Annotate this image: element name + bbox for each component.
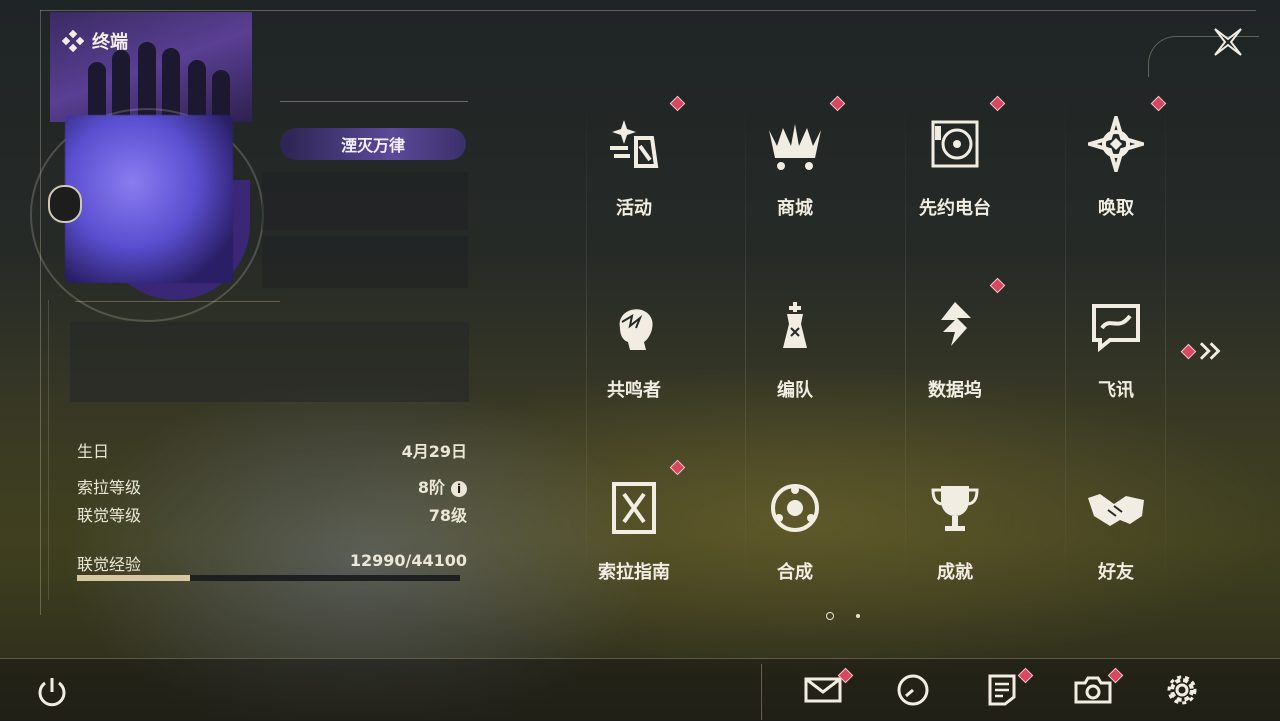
close-button[interactable]	[1208, 22, 1248, 62]
double-chevron-right-icon	[1199, 342, 1221, 360]
menu-label: 索拉指南	[598, 562, 670, 583]
settings-gear-icon	[1167, 675, 1197, 705]
page-title: 终端	[92, 32, 128, 53]
power-button[interactable]	[30, 670, 74, 714]
toolbar-divider	[761, 664, 762, 720]
menu-item-synthesis[interactable]: 合成	[715, 464, 875, 614]
player-id-redacted	[262, 236, 468, 288]
history-button[interactable]	[891, 668, 935, 712]
info-label: 索拉等级	[77, 478, 142, 497]
menu-item-messages[interactable]: 飞讯	[1036, 282, 1196, 432]
grid-divider	[905, 95, 906, 595]
diamond-grid-icon	[62, 30, 84, 52]
mail-icon	[804, 677, 842, 703]
menu-label: 飞讯	[1098, 380, 1134, 401]
menu-item-radio[interactable]: 先约电台	[875, 100, 1035, 250]
info-icon[interactable]: i	[451, 480, 467, 497]
menu-item-achievements[interactable]: 成就	[875, 464, 1035, 614]
next-page-button[interactable]	[1180, 338, 1224, 364]
info-value: 4月29日	[401, 442, 467, 461]
player-name-redacted	[262, 172, 468, 230]
menu-item-friends[interactable]: 好友	[1036, 464, 1196, 614]
camera-icon	[1074, 676, 1112, 704]
grid-divider	[1065, 95, 1066, 595]
info-value: 12990/44100	[349, 551, 467, 570]
title-divider	[280, 101, 468, 102]
page-indicator	[826, 612, 860, 620]
synthesis-icon	[771, 484, 819, 532]
grid-divider	[745, 95, 746, 595]
menu-item-databank[interactable]: 数据坞	[875, 282, 1035, 432]
clock-icon	[897, 674, 929, 706]
power-icon	[38, 678, 66, 707]
message-icon	[1092, 304, 1140, 353]
union-level-row: 联觉等级 78级	[77, 502, 467, 526]
menu-label: 唤取	[1098, 198, 1134, 219]
menu-label: 合成	[777, 562, 813, 583]
menu-label: 编队	[777, 380, 813, 401]
menu-label: 数据坞	[928, 380, 982, 401]
avatar[interactable]	[65, 115, 233, 283]
info-value: 78级	[428, 506, 467, 525]
settings-button[interactable]	[1160, 668, 1204, 712]
page-dot-2[interactable]	[856, 614, 860, 618]
menu-item-shop[interactable]: 商城	[715, 100, 875, 250]
close-icon	[1214, 28, 1242, 56]
databank-icon	[941, 302, 971, 346]
exp-progress-fill	[77, 575, 190, 581]
team-chess-icon	[783, 302, 807, 348]
signature-redacted[interactable]	[70, 322, 469, 402]
terminal-header: 终端	[62, 28, 128, 54]
frame-top-line	[40, 10, 1256, 11]
menu-label: 共鸣者	[607, 380, 661, 401]
info-label: 生日	[77, 442, 110, 461]
handshake-icon	[1088, 494, 1144, 526]
menu-label: 商城	[777, 198, 813, 219]
signature-divider	[75, 301, 280, 302]
frame-inner-line	[48, 300, 49, 600]
resonator-head-icon	[619, 309, 653, 350]
radio-icon	[931, 120, 979, 168]
grid-divider	[1165, 95, 1166, 595]
menu-item-guide[interactable]: 索拉指南	[554, 464, 714, 614]
info-label: 联觉经验	[77, 555, 142, 574]
menu-item-summon[interactable]: 唤取	[1036, 100, 1196, 250]
summon-compass-icon	[1088, 116, 1144, 172]
shop-cart-icon	[769, 124, 821, 170]
page-dot-1[interactable]	[826, 612, 834, 620]
info-value: 8阶	[417, 478, 445, 497]
menu-label: 先约电台	[919, 198, 991, 219]
menu-item-resonators[interactable]: 共鸣者	[554, 282, 714, 432]
activity-icon	[610, 120, 659, 168]
menu-label: 活动	[616, 198, 652, 219]
menu-item-team[interactable]: 编队	[715, 282, 875, 432]
frame-left-line	[40, 10, 41, 615]
guide-book-icon	[612, 482, 656, 534]
title-badge-label: 湮灭万律	[340, 136, 405, 155]
union-exp-row: 联觉经验 12990/44100	[77, 551, 467, 575]
birthday-row: 生日 4月29日	[77, 438, 467, 462]
menu-label: 成就	[937, 562, 973, 583]
sola-level-row: 索拉等级 8阶 i	[77, 474, 467, 498]
info-label: 联觉等级	[77, 506, 142, 525]
menu-label: 好友	[1098, 562, 1134, 583]
title-badge[interactable]: 湮灭万律	[280, 128, 466, 160]
notice-icon	[988, 674, 1016, 706]
trophy-icon	[931, 486, 979, 531]
avatar-edit-button[interactable]	[48, 185, 82, 223]
notification-badge	[1180, 343, 1197, 359]
menu-item-activity[interactable]: 活动	[554, 100, 714, 250]
grid-divider	[586, 95, 587, 595]
